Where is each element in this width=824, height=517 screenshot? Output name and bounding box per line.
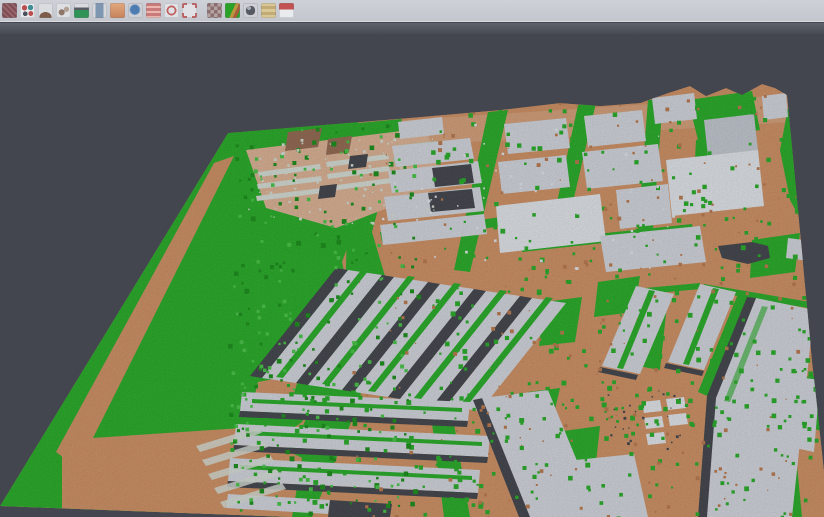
point-classes-icon[interactable] bbox=[20, 3, 35, 18]
orthophoto-tile-icon[interactable] bbox=[110, 3, 125, 18]
flag-icon[interactable] bbox=[279, 3, 294, 18]
checker-tile-icon[interactable] bbox=[207, 3, 222, 18]
column-panel-icon[interactable] bbox=[92, 3, 107, 18]
sparse-points-icon[interactable] bbox=[56, 3, 71, 18]
circle-select-icon[interactable] bbox=[164, 3, 179, 18]
layer-stack-icon[interactable] bbox=[146, 3, 161, 18]
rect-select-icon[interactable] bbox=[182, 3, 197, 18]
toolbar bbox=[0, 0, 824, 22]
texture-tile-icon[interactable] bbox=[261, 3, 276, 18]
sphere-view-icon[interactable] bbox=[243, 3, 258, 18]
globe-icon[interactable] bbox=[128, 3, 143, 18]
viewport-3d[interactable] bbox=[0, 34, 824, 517]
terrain-texture-icon[interactable] bbox=[2, 3, 17, 18]
viewport-frame bbox=[0, 23, 824, 34]
dem-hill-icon[interactable] bbox=[38, 3, 53, 18]
classification-map-icon[interactable] bbox=[225, 3, 240, 18]
terrain-model-icon[interactable] bbox=[74, 3, 89, 18]
